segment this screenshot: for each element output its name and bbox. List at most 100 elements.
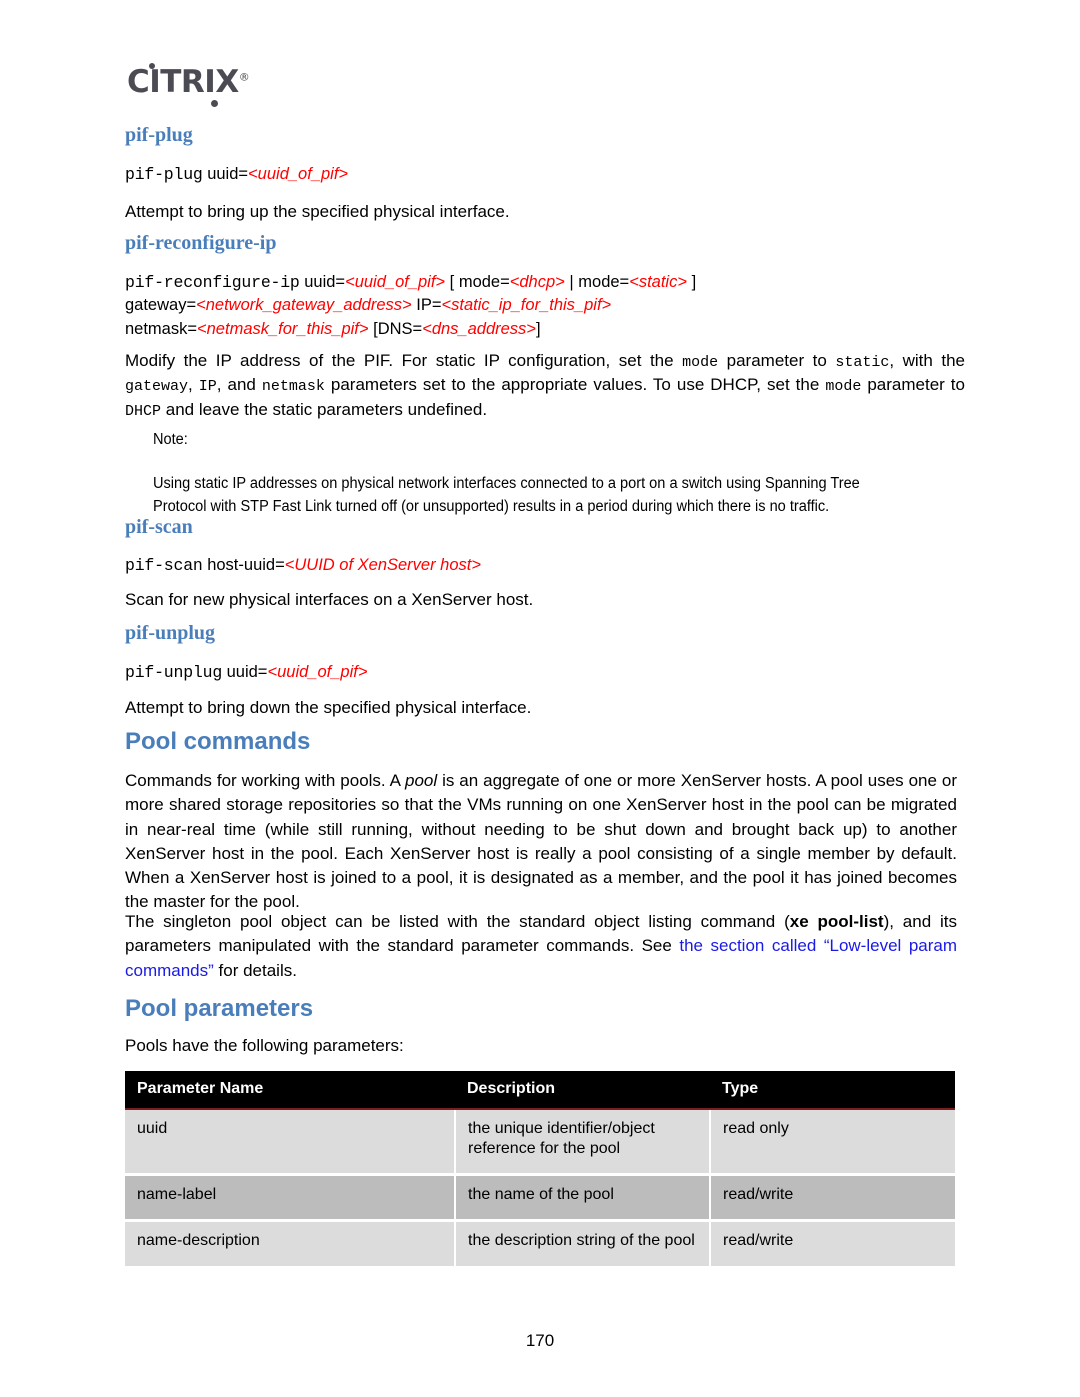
synopsis-arg-pif-plug: uuid= xyxy=(202,165,249,183)
table-cell-type: read only xyxy=(710,1109,955,1174)
citrix-logo-trademark: ® xyxy=(238,70,250,84)
synopsis-command-pif-unplug: pif-unplug xyxy=(125,663,223,682)
citrix-logo-dot-top xyxy=(149,62,155,69)
synopsis-dns-label: [DNS= xyxy=(368,319,423,338)
table-cell-type: read/write xyxy=(710,1176,955,1220)
inline-text: netmask xyxy=(261,378,325,396)
inline-text: pool xyxy=(405,771,438,790)
citrix-logo-wordmark: CITRIX® xyxy=(127,62,250,107)
pool-commands-text-1: Commands for working with pools. A pool … xyxy=(125,769,957,915)
synopsis-mode-dhcp: <dhcp> xyxy=(509,273,565,291)
description-text-pif-reconfigure-ip: Modify the IP address of the PIF. For st… xyxy=(125,349,965,422)
synopsis-netmask-value: <netmask_for_this_pif> xyxy=(197,319,369,338)
note-block: Note: Using static IP addresses on physi… xyxy=(153,429,943,518)
note-body: Using static IP addresses on physical ne… xyxy=(153,475,860,515)
synopsis-mode-static: <static> xyxy=(629,273,687,291)
inline-text: , xyxy=(188,375,199,395)
synopsis-mode-sep: | mode= xyxy=(564,273,630,291)
table-cell-description: the description string of the pool xyxy=(455,1222,711,1266)
synopsis-ip-label: IP= xyxy=(411,296,442,315)
section-pif-plug: pif-plug xyxy=(125,124,955,146)
synopsis-pif-scan: pif-scan host-uuid=<UUID of XenServer ho… xyxy=(125,554,955,577)
heading-pif-reconfigure-ip: pif-reconfigure-ip xyxy=(125,232,277,254)
synopsis-replaceable-pif-plug: <uuid_of_pif> xyxy=(248,165,349,183)
inline-text: Commands for working with pools. A xyxy=(125,771,405,790)
synopsis-uuid-value: <uuid_of_pif> xyxy=(345,273,446,291)
inline-text: , with the xyxy=(889,351,965,370)
synopsis-gateway-label: gateway= xyxy=(125,296,197,315)
inline-text: parameter to xyxy=(718,351,836,370)
synopsis-ip-value: <static_ip_for_this_pif> xyxy=(441,296,612,315)
inline-text: static xyxy=(835,354,890,371)
heading-pif-scan: pif-scan xyxy=(125,516,193,538)
citrix-logo-text: CITRIX xyxy=(127,63,239,100)
table-row: name-description the description string … xyxy=(125,1222,955,1266)
inline-text: and leave the static parameters undefine… xyxy=(161,399,488,419)
section-pool-commands: Pool commands xyxy=(125,728,955,755)
synopsis-arg-pif-scan: host-uuid= xyxy=(202,556,285,574)
pool-parameters-table: Parameter Name Description Type uuid the… xyxy=(125,1071,955,1266)
description-text-pif-scan: Scan for new physical interfaces on a Xe… xyxy=(125,590,534,609)
inline-text: IP xyxy=(198,378,217,396)
synopsis-command-pif-scan: pif-scan xyxy=(125,556,203,575)
synopsis-arg-pif-unplug: uuid= xyxy=(222,663,268,681)
pool-parameters-intro-text: Pools have the following parameters: xyxy=(125,1036,404,1055)
synopsis-gateway-value: <network_gateway_address> xyxy=(196,296,412,315)
section-pif-scan: pif-scan xyxy=(125,516,955,538)
section-pif-unplug: pif-unplug xyxy=(125,622,955,644)
synopsis-pif-unplug: pif-unplug uuid=<uuid_of_pif> xyxy=(125,661,955,684)
table-header-parameter-name: Parameter Name xyxy=(125,1071,455,1110)
section-pif-reconfigure-ip: pif-reconfigure-ip xyxy=(125,232,955,254)
heading-pool-commands: Pool commands xyxy=(125,728,311,755)
table-header-row: Parameter Name Description Type xyxy=(125,1071,955,1110)
pool-parameters-table-wrap: Parameter Name Description Type uuid the… xyxy=(125,1071,955,1266)
description-pif-scan: Scan for new physical interfaces on a Xe… xyxy=(125,588,955,612)
pool-commands-text-2: The singleton pool object can be listed … xyxy=(125,910,957,983)
inline-text: xe pool-list xyxy=(789,912,884,931)
pool-parameters-intro: Pools have the following parameters: xyxy=(125,1034,955,1058)
synopsis-netmask-label: netmask= xyxy=(125,319,197,338)
description-text-pif-unplug: Attempt to bring down the specified phys… xyxy=(125,698,532,717)
inline-text: parameters set to the appropriate values… xyxy=(324,375,826,395)
table-cell-description: the name of the pool xyxy=(455,1176,711,1220)
synopsis-pif-reconfigure-ip: pif-reconfigure-ip uuid=<uuid_of_pif> [ … xyxy=(125,271,975,341)
citrix-logo-dot-bottom xyxy=(211,99,218,107)
table-cell-description: the unique identifier/object reference f… xyxy=(455,1109,711,1174)
table-cell-parameter-name: uuid xyxy=(125,1109,456,1174)
description-pif-reconfigure-ip: Modify the IP address of the PIF. For st… xyxy=(125,349,965,422)
description-pif-plug: Attempt to bring up the specified physic… xyxy=(125,200,955,224)
note-label: Note: xyxy=(153,431,188,448)
inline-text: for details. xyxy=(213,960,297,980)
heading-pool-parameters: Pool parameters xyxy=(125,995,314,1022)
table-cell-parameter-name: name-label xyxy=(125,1176,456,1220)
synopsis-replaceable-pif-scan: <UUID of XenServer host> xyxy=(284,556,481,574)
section-pool-parameters: Pool parameters xyxy=(125,995,955,1022)
inline-text: mode xyxy=(682,354,719,371)
citrix-logo: CITRIX® xyxy=(127,60,250,107)
synopsis-uuid-label: uuid= xyxy=(299,273,346,291)
synopsis-dns-value: <dns_address> xyxy=(422,319,536,338)
inline-text: , and xyxy=(216,375,262,395)
page-number: 170 xyxy=(525,1331,555,1350)
table-cell-type: read/write xyxy=(710,1222,955,1266)
heading-pif-unplug: pif-unplug xyxy=(125,622,216,644)
inline-text: is an aggregate of one or more XenServer… xyxy=(125,771,958,912)
table-header-type: Type xyxy=(710,1071,955,1110)
document-page: CITRIX® pif-plug pif-plug uuid=<uuid_of_… xyxy=(0,0,1080,1397)
synopsis-pif-plug: pif-plug uuid=<uuid_of_pif> xyxy=(125,163,955,186)
table-cell-parameter-name: name-description xyxy=(125,1222,456,1266)
heading-pif-plug: pif-plug xyxy=(125,124,193,146)
synopsis-dns-close: ] xyxy=(535,319,541,338)
synopsis-command-pif-reconfigure-ip: pif-reconfigure-ip xyxy=(125,273,300,292)
inline-text: parameter to xyxy=(861,375,965,395)
inline-text: DHCP xyxy=(125,402,162,420)
table-row: name-label the name of the pool read/wri… xyxy=(125,1176,955,1220)
synopsis-mode-close: ] xyxy=(686,273,697,291)
pool-commands-paragraph-1: Commands for working with pools. A pool … xyxy=(125,769,957,915)
description-text-pif-plug: Attempt to bring up the specified physic… xyxy=(125,202,510,221)
table-header-description: Description xyxy=(455,1071,710,1110)
synopsis-mode-open: [ mode= xyxy=(445,273,510,291)
table-row: uuid the unique identifier/object refere… xyxy=(125,1109,955,1174)
description-pif-unplug: Attempt to bring down the specified phys… xyxy=(125,696,955,720)
inline-text: The singleton pool object can be listed … xyxy=(125,912,790,931)
